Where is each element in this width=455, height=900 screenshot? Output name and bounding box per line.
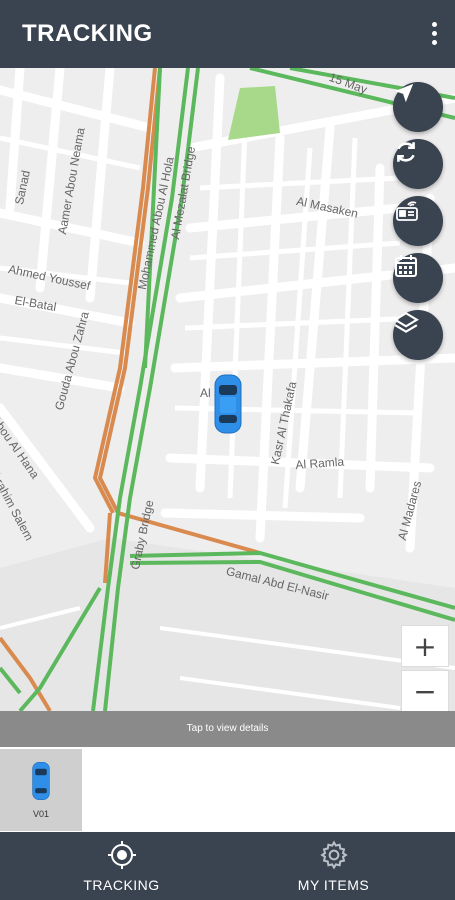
details-bar[interactable]: Tap to view details [0,711,455,747]
vehicle-tray: V01 [0,747,455,832]
map-view[interactable]: 15 May Sanad Aamer Abou Neama Mohammed A… [0,68,455,711]
nav-my-items-label: MY ITEMS [297,877,370,893]
car-icon[interactable] [213,373,243,435]
zoom-in-button[interactable]: + [401,625,449,667]
vehicle-card[interactable]: V01 [0,749,82,831]
crosshair-icon [107,840,137,875]
bottom-nav: TRACKING MY ITEMS [0,832,455,900]
refresh-icon[interactable] [393,139,443,189]
nav-my-items[interactable]: MY ITEMS [220,832,447,900]
app-bar: TRACKING [0,0,455,68]
gear-icon [319,840,349,875]
car-icon [31,761,51,806]
more-vert-icon[interactable] [429,22,439,46]
calendar-icon[interactable] [393,253,443,303]
tracker-device-icon[interactable] [393,196,443,246]
vehicle-name: V01 [32,809,49,819]
page-title: TRACKING [22,20,153,47]
layers-icon[interactable] [393,310,443,360]
zoom-out-button[interactable]: − [401,670,449,711]
navigation-arrow-icon[interactable] [393,82,443,132]
nav-tracking[interactable]: TRACKING [8,832,235,900]
nav-tracking-label: TRACKING [83,877,160,893]
